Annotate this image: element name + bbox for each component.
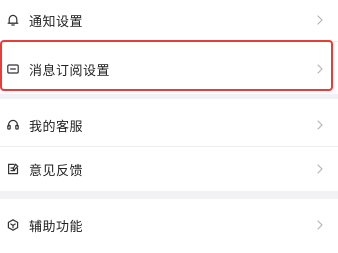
- chevron-right-icon: [316, 14, 324, 26]
- chevron-right-icon: [316, 163, 324, 175]
- accessibility-row[interactable]: 辅助功能: [0, 210, 338, 240]
- settings-group-notifications: 通知设置 消息订阅设置: [0, 0, 338, 94]
- divider: [0, 146, 338, 147]
- notification-settings-label: 通知设置: [29, 14, 84, 30]
- highlight-box: [0, 40, 333, 91]
- accessibility-label: 辅助功能: [29, 219, 84, 235]
- feedback-label: 意见反馈: [29, 163, 84, 179]
- my-customer-service-label: 我的客服: [29, 119, 84, 135]
- settings-screen: 通知设置 消息订阅设置 我的客服 意见反馈 辅助功能: [0, 0, 338, 253]
- chevron-right-icon: [316, 219, 324, 231]
- feedback-row[interactable]: 意见反馈: [0, 154, 338, 184]
- notification-settings-row[interactable]: 通知设置: [0, 5, 338, 35]
- accessibility-icon: [6, 218, 20, 232]
- bell-icon: [6, 13, 20, 27]
- feedback-icon: [6, 162, 20, 176]
- chevron-right-icon: [316, 119, 324, 131]
- my-customer-service-row[interactable]: 我的客服: [0, 110, 338, 140]
- headset-icon: [6, 118, 20, 132]
